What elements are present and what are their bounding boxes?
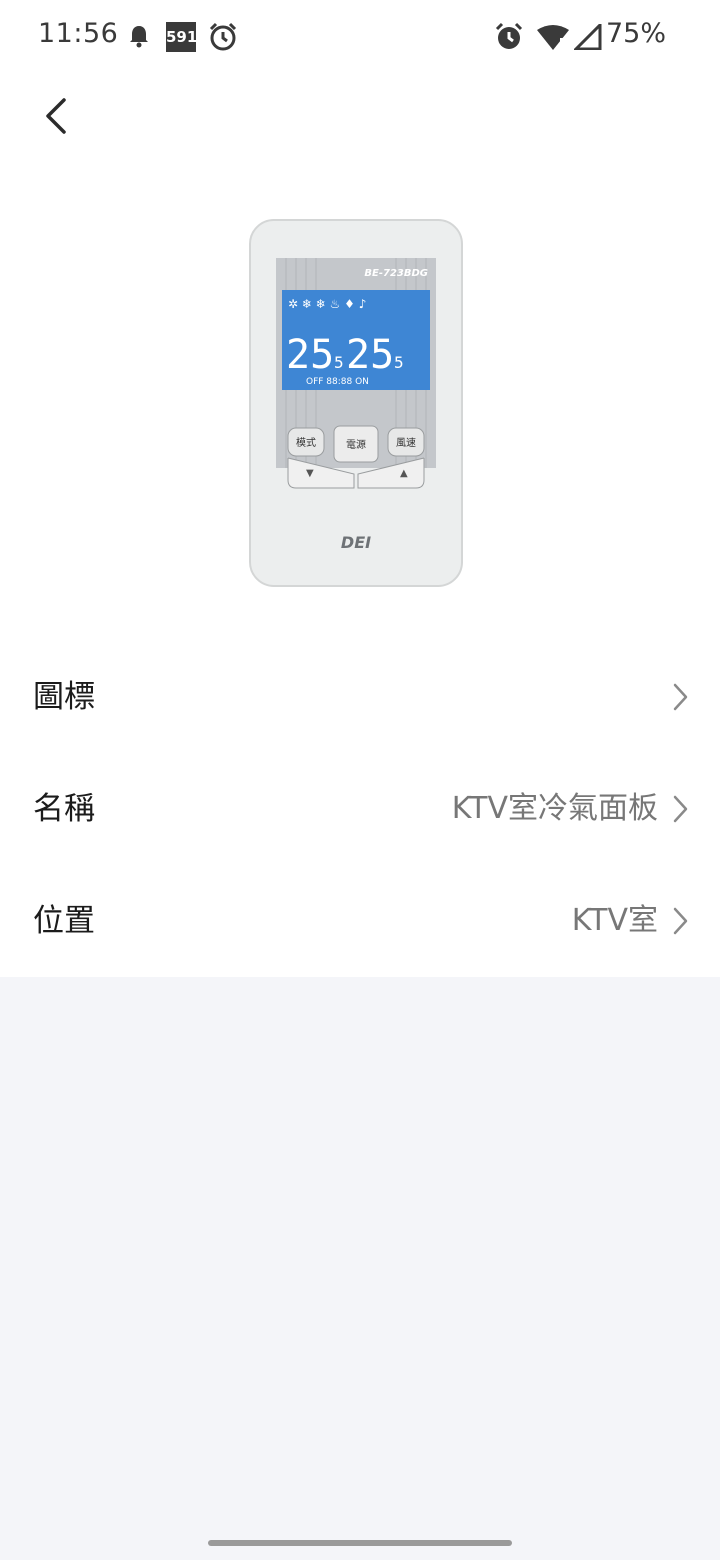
- wifi-icon: [537, 25, 569, 50]
- status-time: 11:56: [38, 18, 119, 49]
- setting-label: 名稱: [33, 791, 95, 827]
- lcd-temp-right: 25: [346, 332, 394, 378]
- status-bar: 11:56 591 75%: [0, 0, 720, 74]
- device-model: BE-723BDG: [364, 268, 428, 279]
- chevron-right-icon: [673, 907, 688, 935]
- device-button-mode: 模式: [296, 436, 316, 449]
- svg-text:✲ ❄ ❄ ♨ ♦ ♪: ✲ ❄ ❄ ♨ ♦ ♪: [288, 297, 366, 311]
- lcd-temp-left-decimal: 5: [334, 353, 344, 372]
- setting-label: 圖標: [33, 679, 95, 715]
- device-brand: DEI: [341, 533, 371, 552]
- setting-row-name[interactable]: 名稱 KTV室冷氣面板: [0, 753, 720, 865]
- setting-value: KTV室: [571, 903, 658, 938]
- setting-value: KTV室冷氣面板: [451, 791, 658, 826]
- setting-row-icon[interactable]: 圖標: [0, 641, 720, 753]
- setting-label: 位置: [33, 903, 95, 939]
- device-button-power: 電源: [346, 438, 366, 451]
- svg-text:OFF 88:88 ON: OFF 88:88 ON: [306, 377, 369, 387]
- chevron-right-icon: [673, 683, 688, 711]
- device-image: BE-723BDG ✲ ❄ ❄ ♨ ♦ ♪ 25 5 25 5 OFF 88:8…: [249, 219, 463, 587]
- alarm-icon: [209, 22, 237, 51]
- alarm-icon: [495, 22, 523, 49]
- bell-icon: [130, 26, 148, 48]
- svg-text:▼: ▼: [306, 468, 314, 479]
- svg-text:▲: ▲: [400, 468, 408, 479]
- 591-app-icon: 591: [166, 22, 197, 52]
- signal-icon: [574, 24, 602, 50]
- gesture-nav-bar[interactable]: [208, 1540, 512, 1546]
- device-button-fan: 風速: [396, 437, 416, 449]
- battery-level: 75%: [605, 18, 666, 49]
- chevron-left-icon[interactable]: [36, 94, 80, 138]
- setting-row-location[interactable]: 位置 KTV室: [0, 865, 720, 977]
- lcd-temp-left: 25: [286, 332, 334, 378]
- lcd-temp-right-decimal: 5: [394, 353, 404, 372]
- chevron-right-icon: [673, 795, 688, 823]
- settings-panel: 11:56 591 75% BE-723BDG ✲ ❄ ❄ ♨ ♦ ♪ 25 5…: [0, 0, 720, 977]
